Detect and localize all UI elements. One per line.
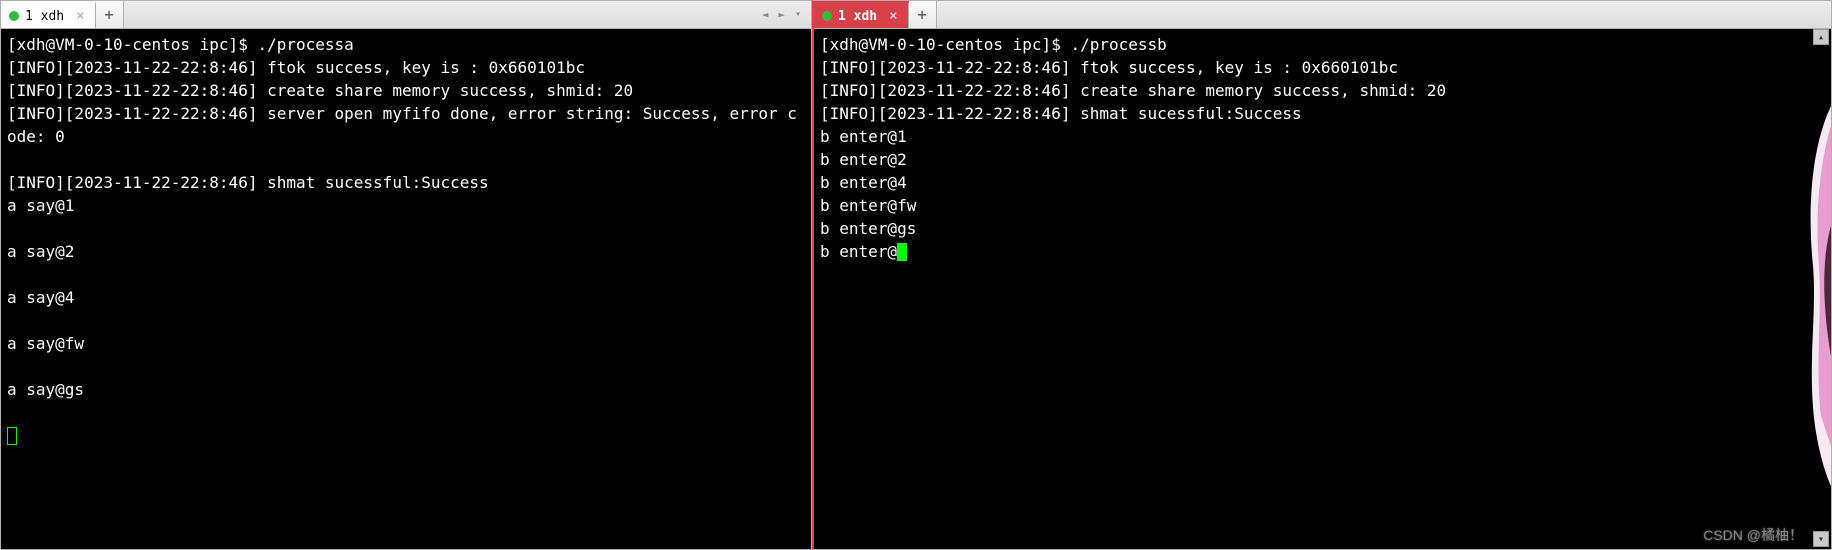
scroll-down-button[interactable]: ▾	[1813, 531, 1829, 547]
plus-icon: +	[104, 5, 114, 24]
nav-left-icon[interactable]: ◄	[762, 8, 769, 21]
tabbar-right: 1 xdh × +	[814, 1, 1831, 29]
new-tab-button[interactable]: +	[96, 1, 124, 28]
tab-label: 1 xdh	[838, 9, 881, 24]
scroll-up-button[interactable]: ▴	[1813, 29, 1829, 45]
status-dot-icon	[822, 11, 832, 21]
terminal-right[interactable]: [xdh@VM-0-10-centos ipc]$ ./processb [IN…	[814, 29, 1831, 549]
terminal-left[interactable]: [xdh@VM-0-10-centos ipc]$ ./processa [IN…	[1, 29, 811, 549]
triangle-up-icon: ▴	[1818, 32, 1824, 43]
nav-right-icon[interactable]: ►	[778, 8, 785, 21]
tab-right-1[interactable]: 1 xdh ×	[814, 1, 909, 28]
cursor-icon	[897, 243, 907, 261]
new-tab-button[interactable]: +	[909, 1, 937, 28]
split-container: 1 xdh × + ◄ ► ▾ [xdh@VM-0-10-centos ipc]…	[0, 0, 1832, 550]
tab-nav: ◄ ► ▾	[752, 1, 811, 28]
triangle-down-icon: ▾	[1818, 534, 1824, 545]
tabbar-left: 1 xdh × + ◄ ► ▾	[1, 1, 811, 29]
close-icon[interactable]: ×	[74, 9, 86, 23]
right-pane: 1 xdh × + [xdh@VM-0-10-centos ipc]$ ./pr…	[812, 0, 1832, 550]
chevron-down-icon[interactable]: ▾	[795, 9, 801, 20]
plus-icon: +	[917, 5, 927, 24]
status-dot-icon	[9, 11, 19, 21]
tab-label: 1 xdh	[25, 9, 68, 24]
close-icon[interactable]: ×	[887, 9, 899, 23]
cursor-icon	[7, 427, 17, 445]
left-pane: 1 xdh × + ◄ ► ▾ [xdh@VM-0-10-centos ipc]…	[0, 0, 812, 550]
tab-left-1[interactable]: 1 xdh ×	[1, 1, 96, 28]
